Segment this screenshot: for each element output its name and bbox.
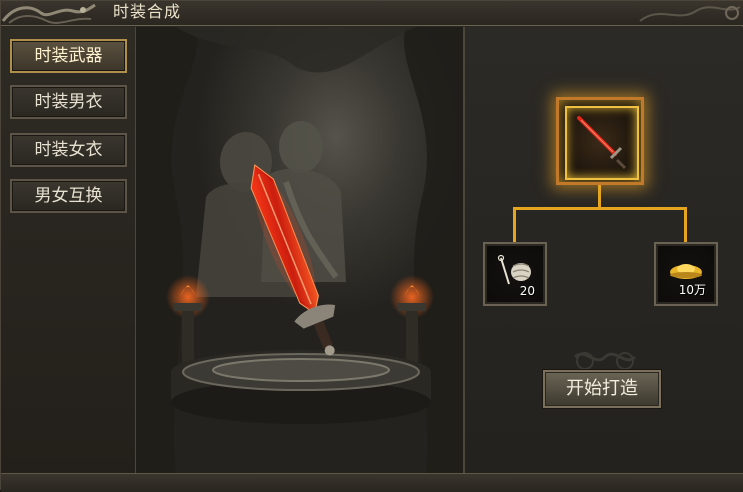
crafting-panel: 20 10万 开始打造 — [465, 27, 743, 473]
material-count: 10万 — [678, 283, 706, 297]
material-slot-thread[interactable]: 20 — [483, 242, 547, 306]
category-tab-list: 时装武器 时装男衣 时装女衣 男女互换 — [1, 27, 137, 473]
dragon-ornament-icon — [1, 3, 96, 24]
connector-line — [684, 207, 687, 242]
title-bar[interactable]: 时装合成 — [1, 1, 743, 26]
result-item-slot[interactable] — [556, 97, 644, 185]
connector-line — [513, 207, 687, 210]
red-sword-icon — [577, 116, 627, 170]
result-item-frame — [565, 106, 639, 180]
scroll-ornament-icon — [639, 6, 741, 22]
window-title: 时装合成 — [113, 2, 182, 21]
connector-line — [598, 185, 601, 207]
material-slot-gold[interactable]: 10万 — [654, 242, 718, 306]
tab-fashion-female-clothes[interactable]: 时装女衣 — [10, 133, 127, 167]
connector-line — [513, 207, 516, 242]
tab-fashion-male-clothes[interactable]: 时装男衣 — [10, 85, 127, 119]
start-forging-button[interactable]: 开始打造 — [543, 370, 661, 408]
tab-gender-swap[interactable]: 男女互换 — [10, 179, 127, 213]
weapon-preview-scene — [136, 27, 465, 473]
bottom-frame-bar — [1, 473, 743, 492]
material-count: 20 — [519, 284, 535, 298]
fashion-synthesis-window: 时装合成 时装武器 时装男衣 时装女衣 男女互换 20 10万 开始打造 — [0, 0, 743, 492]
forge-altar-illustration — [136, 27, 463, 473]
tab-fashion-weapon[interactable]: 时装武器 — [10, 39, 127, 73]
thread-spool-icon — [497, 254, 531, 285]
